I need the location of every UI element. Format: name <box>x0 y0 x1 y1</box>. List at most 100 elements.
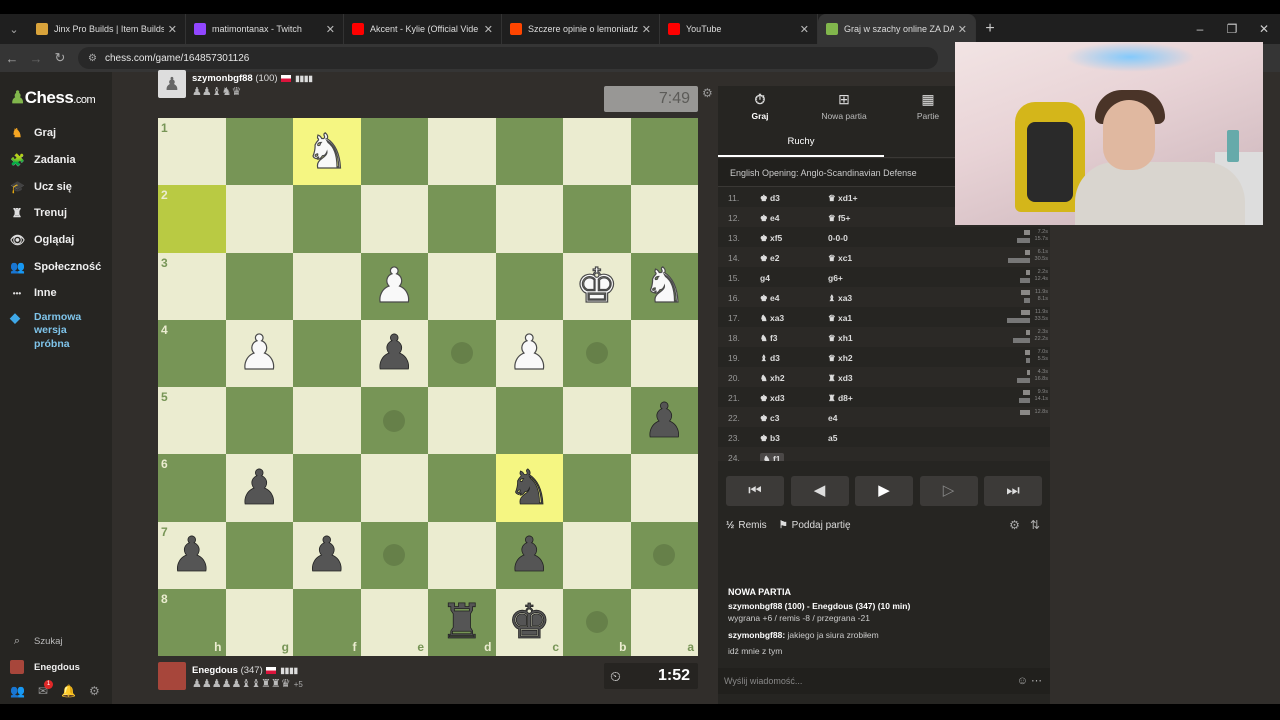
board-square[interactable] <box>563 118 631 186</box>
move-hint-dot[interactable] <box>383 544 406 567</box>
black-pawn-icon[interactable]: ♟ <box>237 463 281 512</box>
board-square[interactable] <box>360 387 428 455</box>
white-move[interactable]: ♞ xa3 <box>760 313 784 324</box>
board-square[interactable] <box>630 521 698 589</box>
board-square[interactable]: ♟ <box>630 387 698 455</box>
board-square[interactable]: ♟ <box>293 521 361 589</box>
board-square[interactable]: 3 <box>158 252 226 320</box>
url-field[interactable]: ⚙ chess.com/game/164857301126 <box>78 47 938 69</box>
emoji-icon[interactable]: ☺ <box>1017 675 1028 687</box>
board-square[interactable]: 8h <box>158 588 226 656</box>
black-move[interactable]: ♜ d8+ <box>828 393 853 404</box>
board-square[interactable] <box>495 185 563 253</box>
board-square[interactable]: 2 <box>158 185 226 253</box>
board-square[interactable] <box>563 521 631 589</box>
board-square[interactable]: 7 ♟ <box>158 521 226 589</box>
self-avatar[interactable] <box>158 662 186 690</box>
analysis-icon[interactable]: ⚙ <box>1009 518 1020 532</box>
black-move[interactable]: a5 <box>828 433 837 443</box>
board-square[interactable]: ♚ <box>563 252 631 320</box>
chess-board[interactable]: 1 ♞ 2 3 ♟ ♚ ♞ 4 ♟ ♟ ♟ 5 ♟ 6 ♟ ♞ 7 ♟ ♟ ♟ 8 h g f e d ♜ c ♚ b a <box>158 118 698 656</box>
board-square[interactable]: f <box>293 588 361 656</box>
close-tab-icon[interactable]: ✕ <box>168 23 177 36</box>
board-square[interactable]: ♟ <box>225 319 293 387</box>
black-move[interactable]: ♛ xa1 <box>828 313 852 324</box>
minimize-icon[interactable]: – <box>1184 14 1216 44</box>
tab-0[interactable]: ⏱ Graj <box>718 86 802 126</box>
black-move[interactable]: g6+ <box>828 273 843 283</box>
board-square[interactable]: ♟ <box>495 319 563 387</box>
opponent-name[interactable]: szymonbgf88 <box>192 73 253 84</box>
sidebar-item-2[interactable]: 🎓 Ucz się <box>10 173 110 200</box>
draw-button[interactable]: ½ Remis <box>726 520 767 531</box>
board-square[interactable] <box>225 118 293 186</box>
browser-tab[interactable]: Graj w szachy online ZA DARM ✕ <box>818 14 976 44</box>
user-profile-link[interactable]: Enegdous <box>10 654 110 680</box>
white-pawn-icon[interactable]: ♟ <box>237 329 281 378</box>
white-move[interactable]: ♚ e4 <box>760 293 779 304</box>
black-move[interactable]: ♛ xd1+ <box>828 193 858 204</box>
black-pawn-icon[interactable]: ♟ <box>507 531 551 580</box>
board-square[interactable]: c ♚ <box>495 588 563 656</box>
site-info-icon[interactable]: ⚙ <box>88 53 97 64</box>
restore-icon[interactable]: ❐ <box>1216 14 1248 44</box>
board-square[interactable] <box>563 319 631 387</box>
board-square[interactable] <box>428 387 496 455</box>
black-pawn-icon[interactable]: ♟ <box>642 396 686 445</box>
white-move[interactable]: ♚ e2 <box>760 253 779 264</box>
board-square[interactable] <box>360 521 428 589</box>
new-tab-button[interactable]: + <box>976 20 1004 38</box>
board-square[interactable] <box>225 185 293 253</box>
board-square[interactable] <box>360 118 428 186</box>
board-square[interactable] <box>428 252 496 320</box>
browser-tab[interactable]: matimontanax - Twitch ✕ <box>186 14 344 44</box>
black-move[interactable]: ♛ xh2 <box>828 353 853 364</box>
close-tab-icon[interactable]: ✕ <box>484 23 493 36</box>
board-square[interactable]: d ♜ <box>428 588 496 656</box>
board-square[interactable] <box>630 319 698 387</box>
forward-icon[interactable]: → <box>24 51 48 66</box>
reload-icon[interactable]: ↻ <box>48 50 72 66</box>
board-square[interactable]: 6 <box>158 454 226 522</box>
close-tab-icon[interactable]: ✕ <box>642 23 651 36</box>
white-move[interactable]: ♚ e4 <box>760 213 779 224</box>
close-tab-icon[interactable]: ✕ <box>800 23 809 36</box>
white-move[interactable]: ♞ xh2 <box>760 373 785 384</box>
sidebar-item-1[interactable]: 🧩 Zadania <box>10 147 110 174</box>
board-square[interactable]: ♟ <box>360 319 428 387</box>
sidebar-item-3[interactable]: ♜ Trenuj <box>10 200 110 227</box>
move-hint-dot[interactable] <box>383 409 406 432</box>
browser-tab[interactable]: Szczere opinie o lemoniadzie A ✕ <box>502 14 660 44</box>
board-square[interactable] <box>293 185 361 253</box>
free-trial-link[interactable]: ◆ Darmowa wersja próbna <box>10 311 110 352</box>
white-move[interactable]: ♚ d3 <box>760 193 780 204</box>
board-square[interactable] <box>293 252 361 320</box>
white-pawn-icon[interactable]: ♟ <box>372 262 416 311</box>
sidebar-item-6[interactable]: ••• Inne <box>10 280 110 307</box>
black-move[interactable]: ♜ xd3 <box>828 373 853 384</box>
board-square[interactable] <box>630 454 698 522</box>
board-square[interactable]: a <box>630 588 698 656</box>
chat-input[interactable]: Wyślij wiadomość... ☺ ⋯ <box>718 668 1050 694</box>
browser-tab[interactable]: Akcent - Kylie (Official Vide ✕ <box>344 14 502 44</box>
black-king-icon[interactable]: ♚ <box>507 598 551 647</box>
board-square[interactable] <box>293 319 361 387</box>
close-tab-icon[interactable]: ✕ <box>326 23 335 36</box>
board-square[interactable]: ♟ <box>495 521 563 589</box>
board-square[interactable] <box>428 118 496 186</box>
close-window-icon[interactable]: ✕ <box>1248 14 1280 44</box>
board-square[interactable]: e <box>360 588 428 656</box>
move-hint-dot[interactable] <box>585 611 608 634</box>
board-square[interactable]: 4 <box>158 319 226 387</box>
board-square[interactable] <box>563 185 631 253</box>
chesscom-logo[interactable]: ♟Chess.com <box>10 88 96 108</box>
black-rook-icon[interactable]: ♜ <box>440 598 484 647</box>
move-hint-dot[interactable] <box>653 544 676 567</box>
black-move[interactable]: ♝ xa3 <box>828 293 852 304</box>
board-square[interactable] <box>428 319 496 387</box>
friends-icon[interactable]: 👥 <box>10 684 25 698</box>
board-square[interactable] <box>428 454 496 522</box>
board-square[interactable] <box>360 185 428 253</box>
board-square[interactable]: 5 <box>158 387 226 455</box>
board-square[interactable] <box>293 454 361 522</box>
